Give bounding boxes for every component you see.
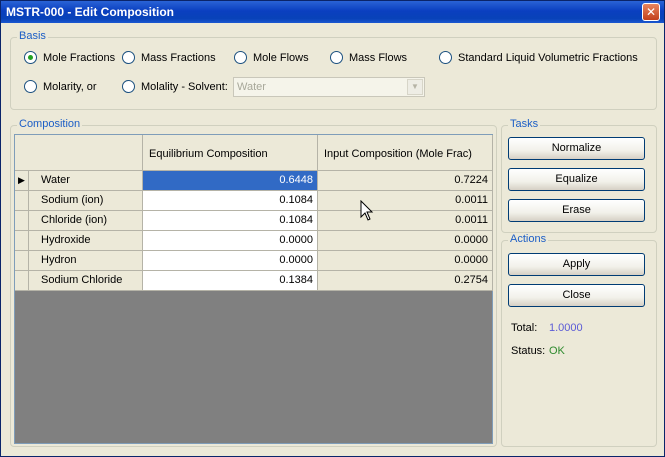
row-selector[interactable] [15,211,29,231]
current-row-arrow-icon[interactable]: ▶ [15,171,29,191]
actions-group-label: Actions [508,233,549,245]
radio-mass-flows[interactable]: Mass Flows [330,51,407,64]
input-composition-cell[interactable]: 0.0011 [318,211,493,231]
row-selector[interactable] [15,231,29,251]
radio-label: Molality - Solvent: [141,80,228,93]
component-name: Sodium Chloride [29,271,143,291]
table-row[interactable]: Sodium Chloride 0.1384 0.2754 [15,271,493,291]
radio-label: Mass Fractions [141,51,216,64]
component-name: Hydroxide [29,231,143,251]
status-value: OK [549,345,565,357]
table-row[interactable]: Sodium (ion) 0.1084 0.0011 [15,191,493,211]
radio-mole-flows[interactable]: Mole Flows [234,51,309,64]
input-composition-cell[interactable]: 0.0011 [318,191,493,211]
column-header-input[interactable]: Input Composition (Mole Frac) [318,135,493,171]
title-bar[interactable]: MSTR-000 - Edit Composition ✕ [1,1,664,23]
solvent-value: Water [237,81,266,93]
component-name: Hydron [29,251,143,271]
solvent-dropdown: Water ▼ [233,77,425,97]
row-selector[interactable] [15,271,29,291]
row-selector[interactable] [15,191,29,211]
mouse-pointer-icon [360,200,374,221]
row-header-corner [15,135,143,171]
basis-group: Basis Mole Fractions Mass Fractions Mole… [10,30,657,110]
row-selector[interactable] [15,251,29,271]
table-row[interactable]: Hydroxide 0.0000 0.0000 [15,231,493,251]
equilibrium-composition-cell[interactable]: 0.6448 [143,171,318,191]
apply-button[interactable]: Apply [508,253,645,276]
radio-label: Mass Flows [349,51,408,64]
radio-indicator [24,51,37,64]
radio-label: Mole Fractions [43,51,116,64]
radio-mole-fractions[interactable]: Mole Fractions [24,51,115,64]
basis-group-label: Basis [17,30,48,42]
composition-grid[interactable]: Equilibrium Composition Input Compositio… [14,134,493,444]
edit-composition-window: MSTR-000 - Edit Composition ✕ Basis Mole… [0,0,665,457]
component-name: Sodium (ion) [29,191,143,211]
radio-standard-liquid-volumetric-fractions[interactable]: Standard Liquid Volumetric Fractions [439,51,638,64]
component-name: Water [29,171,143,191]
input-composition-cell[interactable]: 0.0000 [318,231,493,251]
radio-label: Molarity, or [43,80,97,93]
close-button[interactable]: Close [508,284,645,307]
tasks-group: Tasks Normalize Equalize Erase [501,118,657,233]
radio-indicator [234,51,247,64]
input-composition-cell[interactable]: 0.2754 [318,271,493,291]
normalize-button[interactable]: Normalize [508,137,645,160]
actions-group: Actions Apply Close Total: 1.0000 Status… [501,233,657,447]
radio-molality-solvent[interactable]: Molality - Solvent: [122,80,228,93]
equilibrium-composition-cell[interactable]: 0.1384 [143,271,318,291]
chevron-down-icon: ▼ [407,79,423,95]
equilibrium-composition-cell[interactable]: 0.0000 [143,231,318,251]
radio-label: Mole Flows [253,51,309,64]
equalize-button[interactable]: Equalize [508,168,645,191]
composition-group-label: Composition [17,118,83,130]
input-composition-cell[interactable]: 0.0000 [318,251,493,271]
radio-indicator [330,51,343,64]
table-row[interactable]: Hydron 0.0000 0.0000 [15,251,493,271]
window-title: MSTR-000 - Edit Composition [6,5,174,19]
close-window-button[interactable]: ✕ [642,3,660,21]
total-label: Total: [511,322,538,334]
erase-button[interactable]: Erase [508,199,645,222]
equilibrium-composition-cell[interactable]: 0.1084 [143,191,318,211]
total-value: 1.0000 [549,322,583,334]
radio-molarity[interactable]: Molarity, or [24,80,97,93]
input-composition-cell[interactable]: 0.7224 [318,171,493,191]
radio-label: Standard Liquid Volumetric Fractions [458,51,638,64]
equilibrium-composition-cell[interactable]: 0.0000 [143,251,318,271]
composition-group: Composition Equilibrium Composition Inpu… [10,118,497,447]
table-row[interactable]: Chloride (ion) 0.1084 0.0011 [15,211,493,231]
component-name: Chloride (ion) [29,211,143,231]
equilibrium-composition-cell[interactable]: 0.1084 [143,211,318,231]
radio-indicator [122,80,135,93]
radio-indicator [122,51,135,64]
column-header-equilibrium[interactable]: Equilibrium Composition [143,135,318,171]
status-label: Status: [511,345,546,357]
table-row[interactable]: ▶ Water 0.6448 0.7224 [15,171,493,191]
radio-mass-fractions[interactable]: Mass Fractions [122,51,216,64]
radio-indicator [24,80,37,93]
radio-indicator [439,51,452,64]
tasks-group-label: Tasks [508,118,541,130]
